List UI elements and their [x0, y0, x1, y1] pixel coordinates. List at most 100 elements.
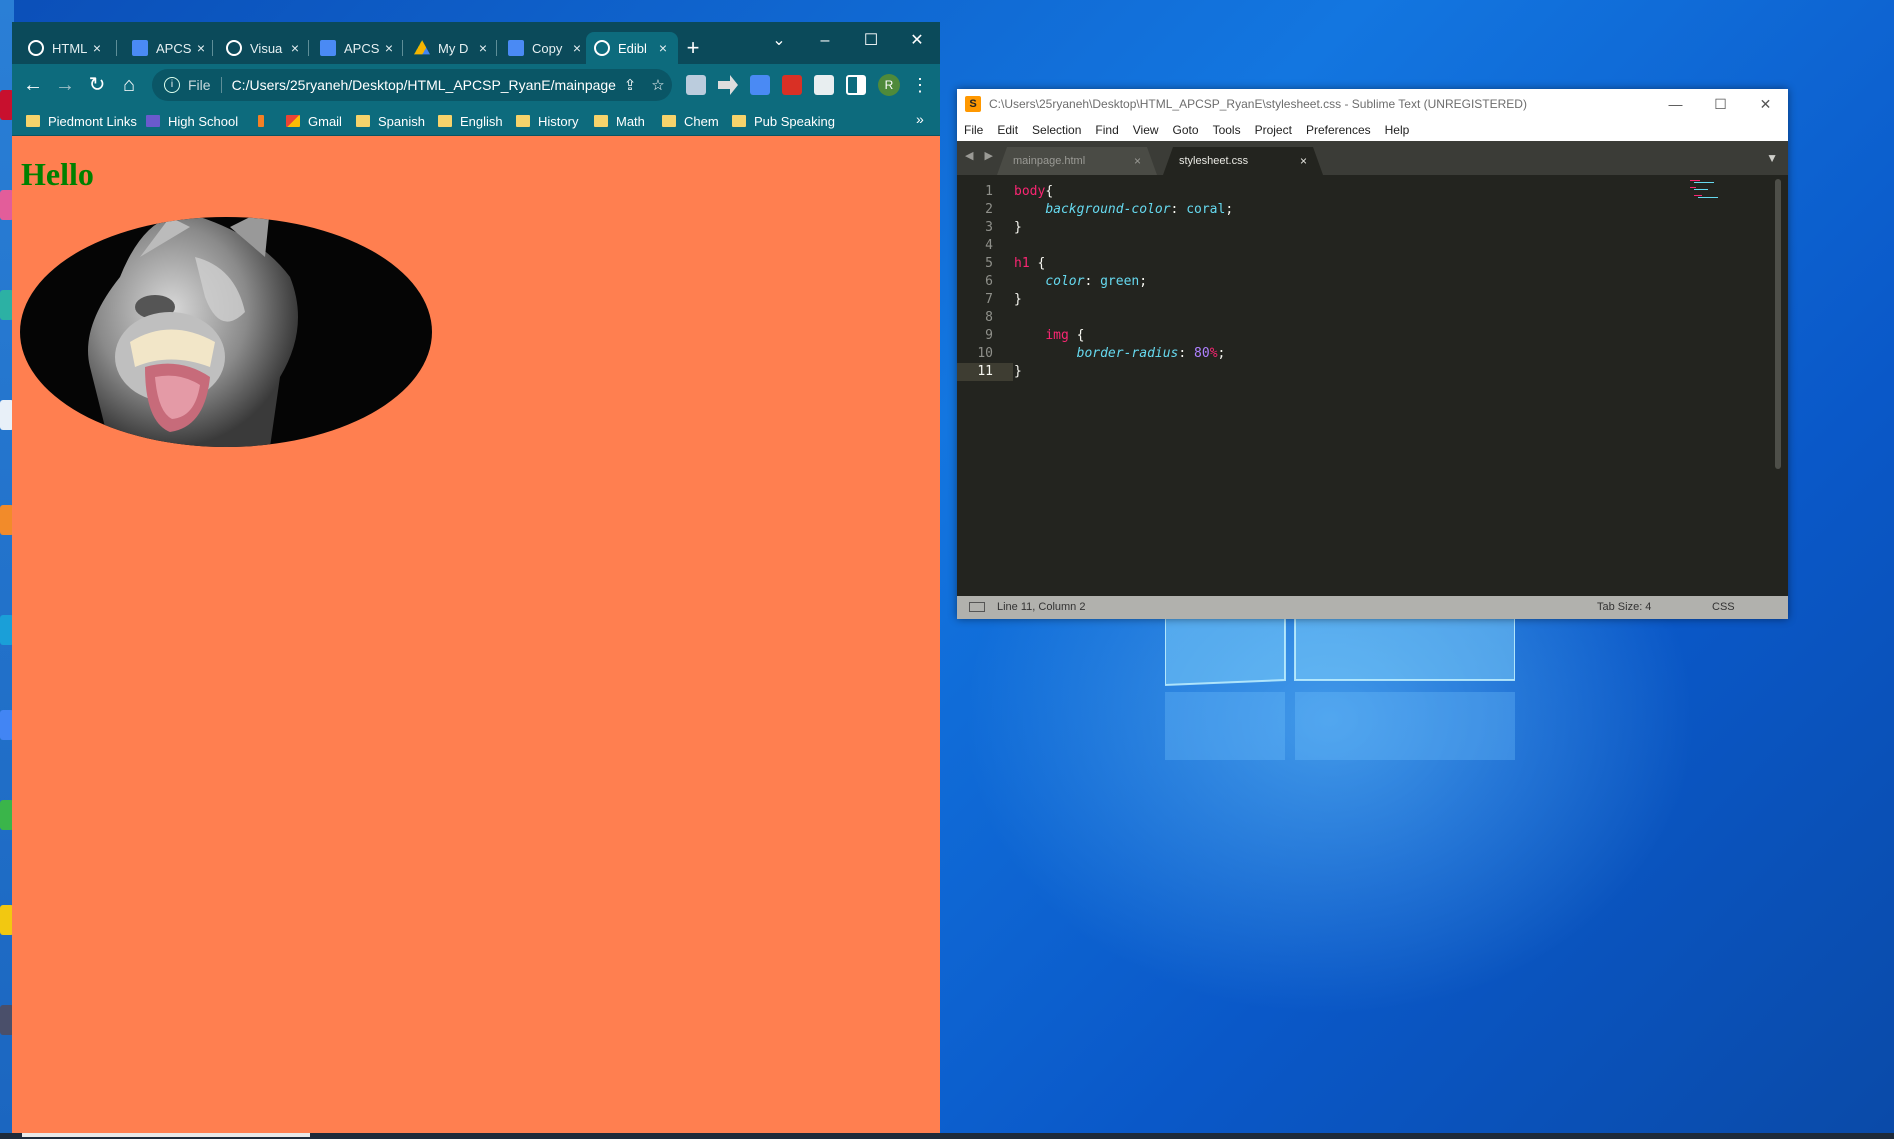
tab-close-icon[interactable]: × [194, 40, 208, 56]
menu-help[interactable]: Help [1378, 123, 1417, 137]
side-panel-icon[interactable] [846, 75, 866, 95]
address-bar[interactable]: i File C:/Users/25ryaneh/Desktop/HTML_AP… [152, 69, 672, 101]
taskbar-highlight [22, 1133, 310, 1137]
sublime-window: S C:\Users\25ryaneh\Desktop\HTML_APCSP_R… [957, 89, 1788, 619]
tab-close-icon[interactable]: × [570, 40, 584, 56]
translate-icon[interactable] [750, 75, 770, 95]
new-tab-button[interactable]: + [679, 34, 707, 62]
share-icon[interactable]: ⇪ [616, 76, 644, 94]
tab-close-icon[interactable]: × [1300, 154, 1307, 168]
bookmark-label: Gmail [308, 113, 342, 129]
code-line: } [1014, 363, 1233, 381]
menu-tools[interactable]: Tools [1206, 123, 1248, 137]
maximize-button[interactable]: ☐ [848, 26, 894, 56]
bookmark-star-icon[interactable]: ☆ [644, 76, 672, 94]
minimize-button[interactable]: — [1653, 89, 1698, 119]
tab-close-icon[interactable]: × [90, 40, 104, 56]
menu-project[interactable]: Project [1248, 123, 1299, 137]
menu-selection[interactable]: Selection [1025, 123, 1088, 137]
menu-edit[interactable]: Edit [990, 123, 1025, 137]
menu-find[interactable]: Find [1088, 123, 1125, 137]
code-lines: body{ background-color: coral; } h1 { co… [1014, 183, 1233, 381]
menu-goto[interactable]: Goto [1166, 123, 1206, 137]
editor-tab-mainpage[interactable]: mainpage.html × [997, 147, 1157, 175]
code-editor[interactable]: 1 2 3 4 5 6 7 8 9 10 11 body{ background… [957, 175, 1788, 596]
bookmarks-overflow-icon[interactable]: » [916, 111, 924, 127]
line-number: 4 [985, 238, 993, 253]
tab-size-setting[interactable]: Tab Size: 4 [1597, 601, 1651, 613]
reload-button[interactable]: ↻ [82, 70, 112, 100]
minimap[interactable] [1690, 179, 1730, 203]
browser-tab-active[interactable]: Edibl × [586, 32, 678, 64]
browser-tab[interactable]: Visua × [218, 32, 310, 64]
close-button[interactable]: ✕ [1743, 89, 1788, 119]
bookmark-item[interactable]: Piedmont Links [26, 111, 137, 131]
page-viewport: Hello [12, 136, 940, 1133]
line-number: 11 [977, 364, 993, 379]
extension-icon[interactable] [782, 75, 802, 95]
code-line: color: green; [1014, 273, 1233, 291]
browser-menu-icon[interactable]: ⋮ [910, 72, 930, 98]
tab-close-icon[interactable]: × [288, 40, 302, 56]
brace: { [1068, 328, 1085, 343]
gmail-icon [286, 115, 300, 127]
tab-close-icon[interactable]: × [382, 40, 396, 56]
line-number: 2 [985, 202, 993, 217]
tab-close-icon[interactable]: × [656, 40, 670, 56]
tab-strip: HTML × APCS × Visua × APCS × My D × Copy… [12, 22, 940, 64]
tab-dropdown-icon[interactable]: ▼ [1766, 151, 1778, 165]
bookmark-label: Pub Speaking [754, 113, 835, 129]
syntax-setting[interactable]: CSS [1712, 601, 1735, 613]
browser-toolbar: ← → ↻ ⌂ i File C:/Users/25ryaneh/Desktop… [12, 64, 940, 106]
bookmark-item[interactable]: Spanish [356, 111, 425, 131]
bookmark-item[interactable]: Chem [662, 111, 719, 131]
bookmark-item[interactable]: High School [146, 111, 238, 131]
bookmark-item[interactable]: Pub Speaking [732, 111, 835, 131]
tab-close-icon[interactable]: × [1134, 154, 1141, 168]
css-selector: h1 [1014, 256, 1030, 271]
extension-icon[interactable] [718, 75, 738, 95]
puzzle-icon[interactable] [814, 75, 834, 95]
bookmark-item[interactable]: Gmail [286, 111, 342, 131]
home-button[interactable]: ⌂ [114, 70, 144, 100]
panel-toggle-icon[interactable] [969, 602, 985, 612]
profile-avatar[interactable]: R [878, 74, 900, 96]
bookmark-item[interactable]: History [516, 111, 578, 131]
extension-icon[interactable] [686, 75, 706, 95]
browser-tab[interactable]: My D × [406, 32, 498, 64]
browser-tab[interactable]: Copy × [500, 32, 592, 64]
minimize-button[interactable]: – [802, 26, 848, 56]
forward-button[interactable]: → [50, 70, 80, 100]
browser-tab[interactable]: APCS × [124, 32, 216, 64]
tab-label: Visua [250, 40, 283, 56]
line-number: 1 [985, 184, 993, 199]
tab-search-button[interactable]: ⌄ [756, 26, 802, 56]
docs-icon [508, 40, 524, 56]
tab-nav-arrows-icon[interactable]: ◀ ▶ [965, 149, 997, 162]
close-button[interactable]: ✕ [894, 26, 940, 56]
maximize-button[interactable]: ☐ [1698, 89, 1743, 119]
brace: } [1014, 364, 1022, 379]
page-heading: Hello [21, 156, 94, 192]
bookmark-label: Spanish [378, 113, 425, 129]
info-icon[interactable]: i [164, 77, 180, 93]
bookmark-item[interactable] [258, 111, 272, 131]
tab-close-icon[interactable]: × [476, 40, 490, 56]
back-button[interactable]: ← [18, 70, 48, 100]
bookmark-item[interactable]: English [438, 111, 503, 131]
bookmark-label: English [460, 113, 503, 129]
browser-tab[interactable]: HTML × [20, 32, 112, 64]
bookmark-item[interactable]: Math [594, 111, 645, 131]
cursor-position: Line 11, Column 2 [997, 601, 1086, 613]
editor-tab-stylesheet[interactable]: stylesheet.css × [1163, 147, 1323, 175]
vertical-scrollbar[interactable] [1775, 179, 1781, 469]
menu-preferences[interactable]: Preferences [1299, 123, 1378, 137]
browser-tab[interactable]: APCS × [312, 32, 404, 64]
menu-view[interactable]: View [1126, 123, 1166, 137]
menu-file[interactable]: File [957, 123, 990, 137]
tab-separator [496, 40, 497, 56]
url-text[interactable]: C:/Users/25ryaneh/Desktop/HTML_APCSP_Rya… [232, 77, 616, 93]
bookmark-label: History [538, 113, 579, 129]
